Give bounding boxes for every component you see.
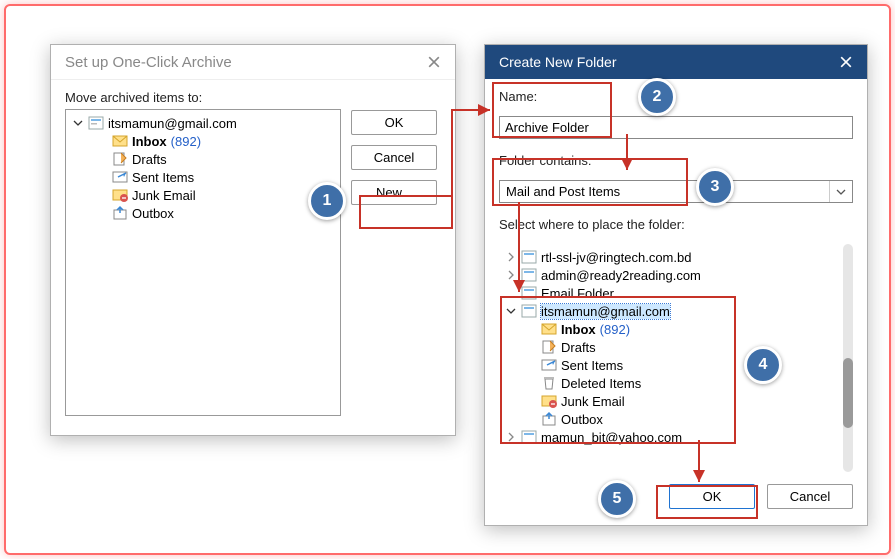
folder-tree[interactable]: itsmamun@gmail.com Inbox (892) Drafts Se	[65, 109, 341, 416]
move-label: Move archived items to:	[65, 90, 341, 105]
account-icon	[521, 429, 537, 445]
chevron-down-icon[interactable]	[505, 305, 517, 317]
account-icon	[521, 267, 537, 283]
drafts-icon	[112, 151, 128, 167]
new-button[interactable]: New...	[351, 180, 437, 205]
tree-junk[interactable]: Junk Email	[503, 392, 835, 410]
close-button[interactable]	[835, 51, 857, 73]
titlebar: Create New Folder	[485, 45, 867, 79]
scrollbar-thumb[interactable]	[843, 358, 853, 428]
junk-label: Junk Email	[132, 188, 196, 203]
archive-dialog: Set up One-Click Archive Move archived i…	[50, 44, 456, 436]
place-label: Select where to place the folder:	[499, 217, 853, 232]
inbox-icon	[541, 321, 557, 337]
scrollbar[interactable]	[843, 244, 853, 472]
tree-sent[interactable]: Sent Items	[70, 168, 336, 186]
tree-inbox[interactable]: Inbox (892)	[503, 320, 835, 338]
cancel-button[interactable]: Cancel	[351, 145, 437, 170]
close-button[interactable]	[423, 51, 445, 73]
create-folder-dialog: Create New Folder Name: Folder contains:…	[484, 44, 868, 526]
dialog-title: Create New Folder	[499, 54, 617, 70]
tree-account-selected[interactable]: itsmamun@gmail.com	[503, 302, 835, 320]
trash-icon	[541, 375, 557, 391]
ok-button[interactable]: OK	[351, 110, 437, 135]
tree-account[interactable]: itsmamun@gmail.com	[70, 114, 336, 132]
callout-3: 3	[696, 168, 734, 206]
tree-deleted[interactable]: Deleted Items	[503, 374, 835, 392]
dialog-title: Set up One-Click Archive	[65, 54, 232, 71]
account-label: itsmamun@gmail.com	[541, 304, 670, 319]
folder-label: Email Folder	[541, 286, 614, 301]
sent-label: Sent Items	[132, 170, 194, 185]
close-icon	[840, 56, 852, 68]
tree-junk[interactable]: Junk Email	[70, 186, 336, 204]
tree-folder[interactable]: Email Folder	[503, 284, 835, 302]
account-label: itsmamun@gmail.com	[108, 116, 237, 131]
account-label: mamun_bit@yahoo.com	[541, 430, 682, 445]
inbox-label: Inbox	[561, 322, 596, 337]
titlebar: Set up One-Click Archive	[51, 45, 455, 80]
folder-icon	[521, 285, 537, 301]
outbox-label: Outbox	[132, 206, 174, 221]
junk-icon	[112, 187, 128, 203]
sent-label: Sent Items	[561, 358, 623, 373]
callout-4: 4	[744, 346, 782, 384]
outbox-icon	[112, 205, 128, 221]
junk-icon	[541, 393, 557, 409]
account-icon	[521, 303, 537, 319]
name-label: Name:	[499, 89, 853, 104]
inbox-count: (892)	[600, 322, 630, 337]
tree-drafts[interactable]: Drafts	[70, 150, 336, 168]
drafts-label: Drafts	[132, 152, 167, 167]
folder-tree[interactable]: rtl-ssl-jv@ringtech.com.bd admin@ready2r…	[499, 244, 839, 472]
contains-label: Folder contains:	[499, 153, 853, 168]
junk-label: Junk Email	[561, 394, 625, 409]
tree-inbox[interactable]: Inbox (892)	[70, 132, 336, 150]
ok-button[interactable]: OK	[669, 484, 755, 509]
inbox-label: Inbox	[132, 134, 167, 149]
callout-2: 2	[638, 78, 676, 116]
account-label: rtl-ssl-jv@ringtech.com.bd	[541, 250, 691, 265]
drafts-label: Drafts	[561, 340, 596, 355]
inbox-icon	[112, 133, 128, 149]
account-label: admin@ready2reading.com	[541, 268, 701, 283]
name-input[interactable]	[499, 116, 853, 139]
tree-drafts[interactable]: Drafts	[503, 338, 835, 356]
contains-value: Mail and Post Items	[500, 181, 829, 202]
callout-5: 5	[598, 480, 636, 518]
tree-account[interactable]: rtl-ssl-jv@ringtech.com.bd	[503, 248, 835, 266]
tree-account[interactable]: admin@ready2reading.com	[503, 266, 835, 284]
inbox-count: (892)	[171, 134, 201, 149]
contains-dropdown[interactable]: Mail and Post Items	[499, 180, 853, 203]
outbox-icon	[541, 411, 557, 427]
deleted-label: Deleted Items	[561, 376, 641, 391]
callout-1: 1	[308, 182, 346, 220]
cancel-button[interactable]: Cancel	[767, 484, 853, 509]
chevron-right-icon[interactable]	[505, 269, 517, 281]
chevron-down-icon[interactable]	[72, 117, 84, 129]
outbox-label: Outbox	[561, 412, 603, 427]
chevron-right-icon[interactable]	[505, 251, 517, 263]
sent-icon	[112, 169, 128, 185]
chevron-right-icon[interactable]	[505, 431, 517, 443]
account-icon	[521, 249, 537, 265]
account-icon	[88, 115, 104, 131]
tree-account[interactable]: mamun_bit@yahoo.com	[503, 428, 835, 446]
tree-outbox[interactable]: Outbox	[70, 204, 336, 222]
drafts-icon	[541, 339, 557, 355]
tree-sent[interactable]: Sent Items	[503, 356, 835, 374]
chevron-down-icon[interactable]	[829, 181, 852, 202]
tree-outbox[interactable]: Outbox	[503, 410, 835, 428]
sent-icon	[541, 357, 557, 373]
close-icon	[428, 56, 440, 68]
